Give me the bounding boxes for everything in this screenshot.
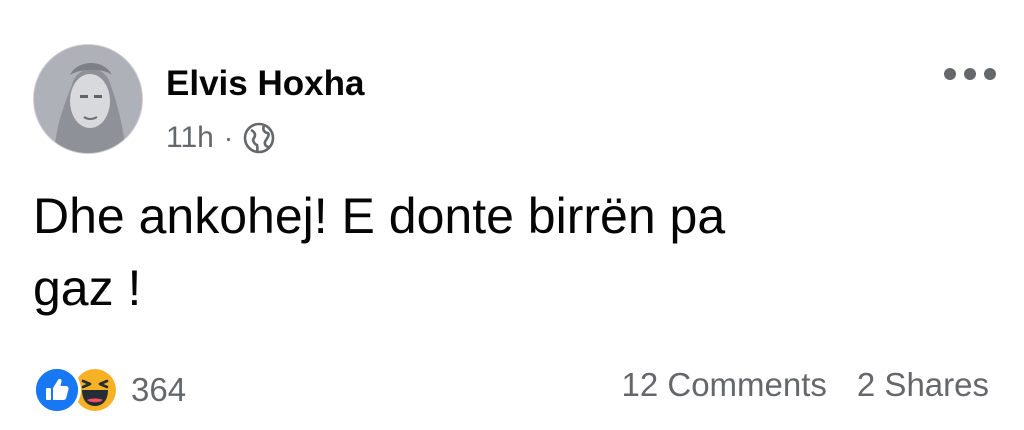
engagement-stats: 12 Comments 2 Shares [621,366,989,404]
comments-link[interactable]: 12 Comments [621,366,826,404]
post-time[interactable]: 11h [166,121,214,155]
reaction-count: 364 [131,371,187,408]
post-text-line: Dhe ankohej! E donte birrën pa [33,188,726,244]
avatar[interactable] [33,44,143,154]
meta-separator: · [223,122,234,153]
post-text: Dhe ankohej! E donte birrën pa gaz ! [33,180,963,324]
reactions-summary[interactable]: 364 [33,364,186,416]
post-card: Elvis Hoxha 11h · Dhe ankohej! E donte b… [0,0,1024,430]
like-icon [33,366,81,414]
more-options-icon[interactable] [944,64,996,84]
globe-icon[interactable] [242,121,276,155]
more-dot [984,68,996,80]
shares-link[interactable]: 2 Shares [857,366,989,404]
post-text-line: gaz ! [33,260,142,316]
avatar-image [34,45,142,153]
post-meta: 11h · [166,118,276,158]
author-name[interactable]: Elvis Hoxha [166,64,364,104]
more-dot [944,68,956,80]
more-dot [964,68,976,80]
